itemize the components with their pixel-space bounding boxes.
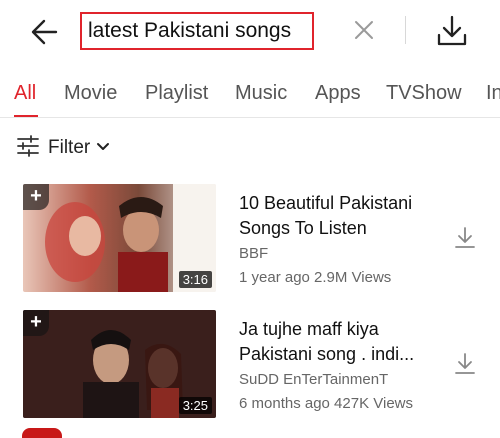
filter-sliders-icon (16, 134, 40, 162)
tab-movie[interactable]: Movie (64, 82, 117, 105)
download-icon[interactable] (452, 225, 478, 251)
download-icon[interactable] (452, 351, 478, 377)
video-title-line-1: 10 Beautiful Pakistani (239, 193, 413, 213)
category-tabs: All Movie Playlist Music Apps TVShow In (0, 70, 500, 118)
next-result-thumbnail (22, 428, 62, 438)
video-thumbnail[interactable]: + 3:25 (23, 310, 216, 418)
divider (405, 16, 406, 44)
channel-name: BBF (239, 245, 269, 262)
video-title-line-1: Ja tujhe maff kiya (239, 319, 379, 339)
search-input[interactable]: latest Pakistani songs (80, 12, 314, 50)
channel-name: SuDD EnTerTainmenT (239, 371, 389, 388)
tab-more[interactable]: In (486, 82, 500, 105)
tab-all[interactable]: All (14, 82, 36, 105)
tabs-divider (0, 117, 500, 118)
filter-label: Filter (48, 137, 91, 158)
video-meta: 6 months ago 427K Views (239, 395, 414, 412)
top-bar: latest Pakistani songs (0, 0, 500, 64)
video-title-line-2: Songs To Listen (239, 218, 367, 238)
result-item[interactable]: + 3:25 Ja tujhe maff kiya Pakistani song… (0, 310, 500, 425)
clear-icon[interactable] (350, 14, 378, 46)
video-title[interactable]: 10 Beautiful Pakistani Songs To Listen (239, 191, 444, 241)
video-duration: 3:16 (178, 271, 212, 288)
tab-playlist[interactable]: Playlist (145, 82, 208, 105)
video-title[interactable]: Ja tujhe maff kiya Pakistani song . indi… (239, 317, 444, 367)
chevron-down-icon (96, 139, 110, 157)
back-arrow-icon[interactable] (26, 12, 66, 52)
filter-button[interactable]: Filter (16, 133, 110, 163)
tab-tvshow[interactable]: TVShow (386, 82, 462, 105)
video-thumbnail[interactable]: + 3:16 (23, 184, 216, 292)
plus-icon[interactable]: + (23, 310, 49, 336)
result-item[interactable]: + 3:16 10 Beautiful Pakistani Songs To L… (0, 184, 500, 299)
tab-apps[interactable]: Apps (315, 82, 361, 105)
plus-icon[interactable]: + (23, 184, 49, 210)
video-meta: 1 year ago 2.9M Views (239, 269, 392, 286)
video-duration: 3:25 (178, 397, 212, 414)
tab-music[interactable]: Music (235, 82, 287, 105)
video-title-line-2: Pakistani song . indi... (239, 344, 415, 364)
download-icon[interactable] (433, 12, 471, 50)
